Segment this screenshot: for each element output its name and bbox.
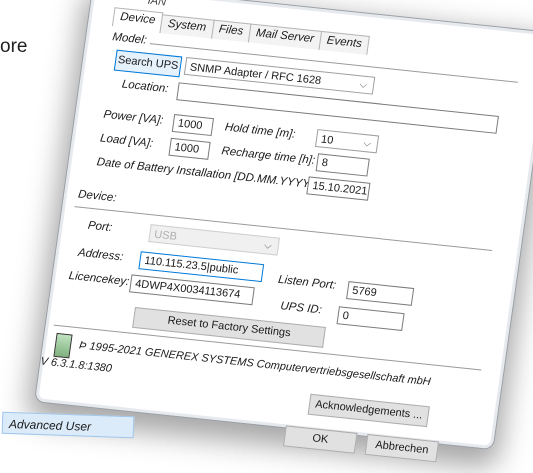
port-select-value: USB	[153, 228, 178, 243]
power-label: Power [VA]:	[102, 108, 165, 127]
tab-mail-server[interactable]: Mail Server	[247, 23, 323, 50]
recharge-time-input[interactable]: 8	[315, 153, 370, 177]
recharge-time-label: Recharge time [h]:	[220, 145, 316, 167]
licence-key-label: Licencekey:	[67, 269, 130, 289]
port-select[interactable]: USB ⌵	[148, 224, 280, 256]
load-input[interactable]: 1000	[168, 137, 211, 160]
listen-port-label: Listen Port:	[277, 273, 337, 292]
dialog-title: IAN	[146, 0, 167, 9]
ups-id-input[interactable]: 0	[336, 306, 405, 332]
address-label: Address:	[77, 246, 125, 264]
version-text: V 6.3.1.8:1380	[39, 355, 113, 375]
background-text: ore	[0, 36, 28, 57]
location-label: Location:	[121, 78, 170, 96]
tab-files[interactable]: Files	[210, 19, 252, 43]
battery-date-input[interactable]: 15.10.2021	[306, 176, 371, 201]
power-input[interactable]: 1000	[171, 114, 215, 137]
model-select-value: SNMP Adapter / RFC 1628	[189, 61, 322, 88]
chevron-down-icon: ⌵	[362, 137, 372, 150]
model-group-label: Model:	[111, 31, 148, 47]
advanced-user-tab[interactable]: Advanced User	[1, 411, 135, 439]
tab-events[interactable]: Events	[318, 30, 371, 55]
tab-strip: Device System Files Mail Server Events	[111, 7, 371, 55]
tab-device[interactable]: Device	[111, 7, 164, 32]
load-label: Load [VA]:	[99, 132, 154, 150]
device-separator	[74, 206, 493, 251]
listen-port-input[interactable]: 5769	[346, 281, 415, 306]
acknowledgements-button[interactable]: Acknowledgements ...	[307, 393, 430, 428]
settings-dialog: IAN Device System Files Mail Server Even…	[33, 0, 533, 463]
hold-time-select[interactable]: 10 ⌵	[314, 129, 380, 154]
hold-time-value: 10	[320, 133, 335, 147]
device-group-label: Device:	[77, 188, 118, 205]
cancel-button[interactable]: Abbrechen	[364, 433, 440, 463]
hold-time-label: Hold time [m]:	[224, 121, 297, 141]
port-label: Port:	[87, 219, 113, 235]
tab-system[interactable]: System	[159, 14, 215, 39]
ok-button[interactable]: OK	[282, 425, 358, 454]
ups-id-label: UPS ID:	[279, 300, 323, 317]
chevron-down-icon: ⌵	[263, 240, 273, 252]
search-ups-button[interactable]: Search UPS	[113, 49, 183, 78]
ups-icon	[53, 332, 73, 359]
chevron-down-icon: ⌵	[358, 79, 368, 91]
